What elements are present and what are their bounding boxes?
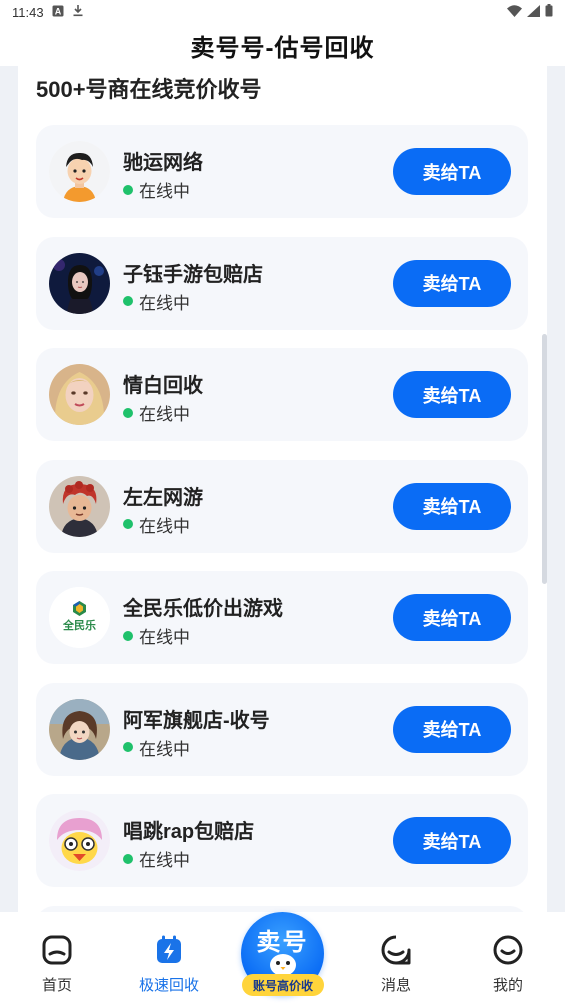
online-status: 在线中 bbox=[123, 289, 190, 314]
merchant-item[interactable]: 情白回收 在线中 卖给TA bbox=[36, 348, 528, 441]
merchant-name: 阿军旗舰店-收号 bbox=[123, 709, 270, 732]
sell-to-merchant-button[interactable]: 卖给TA bbox=[393, 705, 511, 753]
online-dot-icon bbox=[123, 853, 133, 864]
red-hair-character-avatar[interactable] bbox=[49, 475, 110, 537]
nav-label-fast-recycle: 极速回收 bbox=[138, 977, 199, 994]
online-status-label: 在线中 bbox=[139, 851, 190, 870]
list-scrollbar[interactable] bbox=[542, 334, 547, 584]
nav-label-home: 首页 bbox=[41, 977, 72, 994]
merchant-item[interactable]: 阿军旗舰店-收号 在线中 卖给TA bbox=[36, 682, 528, 776]
center-button-tag: 账号高价收 bbox=[242, 974, 324, 996]
merchant-item[interactable]: 全民乐 全民乐低价出游戏 在线中 卖给TA bbox=[36, 571, 528, 664]
online-status-label: 在线中 bbox=[139, 405, 190, 424]
merchant-list: 驰运网络 在线中 卖给TA 子钰手游包赔店 在线中 卖给TA 情白回收 在线中 … bbox=[36, 125, 528, 912]
profile-icon bbox=[492, 934, 524, 966]
nav-label-profile: 我的 bbox=[492, 977, 523, 994]
sell-to-merchant-button[interactable]: 卖给TA bbox=[393, 482, 511, 530]
merchant-name: 子钰手游包赔店 bbox=[123, 263, 263, 286]
merchant-name: 情白回收 bbox=[123, 375, 203, 397]
nav-item-home[interactable]: 首页 bbox=[17, 934, 97, 995]
merchant-panel: 500+号商在线竞价收号 驰运网络 在线中 卖给TA 子钰手游包赔店 在线中 卖… bbox=[18, 66, 547, 912]
online-status: 在线中 bbox=[123, 846, 190, 871]
status-time: 11:43 bbox=[12, 4, 44, 20]
nav-item-profile[interactable]: 我的 bbox=[468, 934, 548, 995]
notification-a-icon: A bbox=[52, 5, 64, 20]
page-header: 卖号号-估号回收 bbox=[0, 24, 565, 66]
merchant-item[interactable]: 左左网游 在线中 卖给TA bbox=[36, 459, 528, 553]
online-status-label: 在线中 bbox=[139, 516, 190, 536]
nav-item-fast-recycle[interactable]: 极速回收 bbox=[129, 934, 209, 995]
status-bar: 11:43 A bbox=[0, 0, 565, 24]
merchant-name: 唱跳rap包赔店 bbox=[123, 821, 255, 843]
cartoon-man-avatar[interactable] bbox=[49, 141, 110, 202]
online-status: 在线中 bbox=[123, 177, 190, 202]
bottom-navigation: 首页 极速回收 卖号 账号高价收 消息 我的 bbox=[0, 912, 565, 1004]
merchant-name: 驰运网络 bbox=[123, 152, 203, 174]
sell-account-center-button[interactable]: 卖号 账号高价收 bbox=[240, 912, 325, 998]
online-status-label: 在线中 bbox=[139, 628, 190, 647]
online-dot-icon bbox=[123, 407, 133, 418]
anime-girl-avatar[interactable] bbox=[49, 698, 110, 760]
sell-to-merchant-button[interactable]: 卖给TA bbox=[393, 259, 511, 307]
online-status-label: 在线中 bbox=[139, 739, 190, 759]
online-status: 在线中 bbox=[123, 623, 190, 648]
home-icon bbox=[41, 934, 73, 966]
online-status-label: 在线中 bbox=[139, 293, 190, 313]
page-title: 卖号号-估号回收 bbox=[190, 34, 375, 62]
girl-photo-avatar[interactable] bbox=[49, 252, 110, 314]
nav-label-messages: 消息 bbox=[380, 977, 411, 994]
battery-icon bbox=[545, 4, 553, 20]
online-status: 在线中 bbox=[123, 400, 190, 425]
merchant-name: 全民乐低价出游戏 bbox=[123, 598, 283, 620]
svg-text:全民乐: 全民乐 bbox=[62, 618, 96, 632]
message-icon bbox=[380, 934, 412, 966]
fast-recycle-icon bbox=[153, 934, 185, 966]
online-dot-icon bbox=[123, 742, 133, 752]
svg-text:A: A bbox=[54, 6, 61, 16]
section-title: 500+号商在线竞价收号 bbox=[36, 77, 262, 102]
online-dot-icon bbox=[123, 519, 133, 529]
nav-item-messages[interactable]: 消息 bbox=[356, 934, 436, 995]
online-dot-icon bbox=[123, 630, 133, 641]
blonde-girl-avatar[interactable] bbox=[49, 364, 110, 425]
quanminle-logo-avatar[interactable]: 全民乐 bbox=[49, 587, 110, 648]
merchant-item[interactable]: 唱跳rap包赔店 在线中 卖给TA bbox=[36, 794, 528, 887]
online-dot-icon bbox=[123, 296, 133, 306]
sell-to-merchant-button[interactable]: 卖给TA bbox=[393, 371, 511, 418]
sell-to-merchant-button[interactable]: 卖给TA bbox=[393, 817, 511, 864]
merchant-name: 左左网游 bbox=[123, 486, 203, 509]
chick-cartoon-avatar[interactable] bbox=[49, 810, 110, 871]
online-status: 在线中 bbox=[123, 735, 190, 760]
wifi-icon bbox=[507, 4, 522, 20]
sell-to-merchant-button[interactable]: 卖给TA bbox=[393, 594, 511, 641]
merchant-item[interactable]: 驰运网络 在线中 卖给TA bbox=[36, 125, 528, 218]
merchant-item[interactable]: 子钰手游包赔店 在线中 卖给TA bbox=[36, 236, 528, 330]
online-status: 在线中 bbox=[123, 512, 190, 537]
sell-to-merchant-button[interactable]: 卖给TA bbox=[393, 148, 511, 195]
signal-icon bbox=[527, 4, 540, 20]
online-status-label: 在线中 bbox=[139, 182, 190, 201]
download-icon bbox=[72, 4, 84, 20]
mascot-icon bbox=[270, 954, 296, 976]
online-dot-icon bbox=[123, 184, 133, 195]
